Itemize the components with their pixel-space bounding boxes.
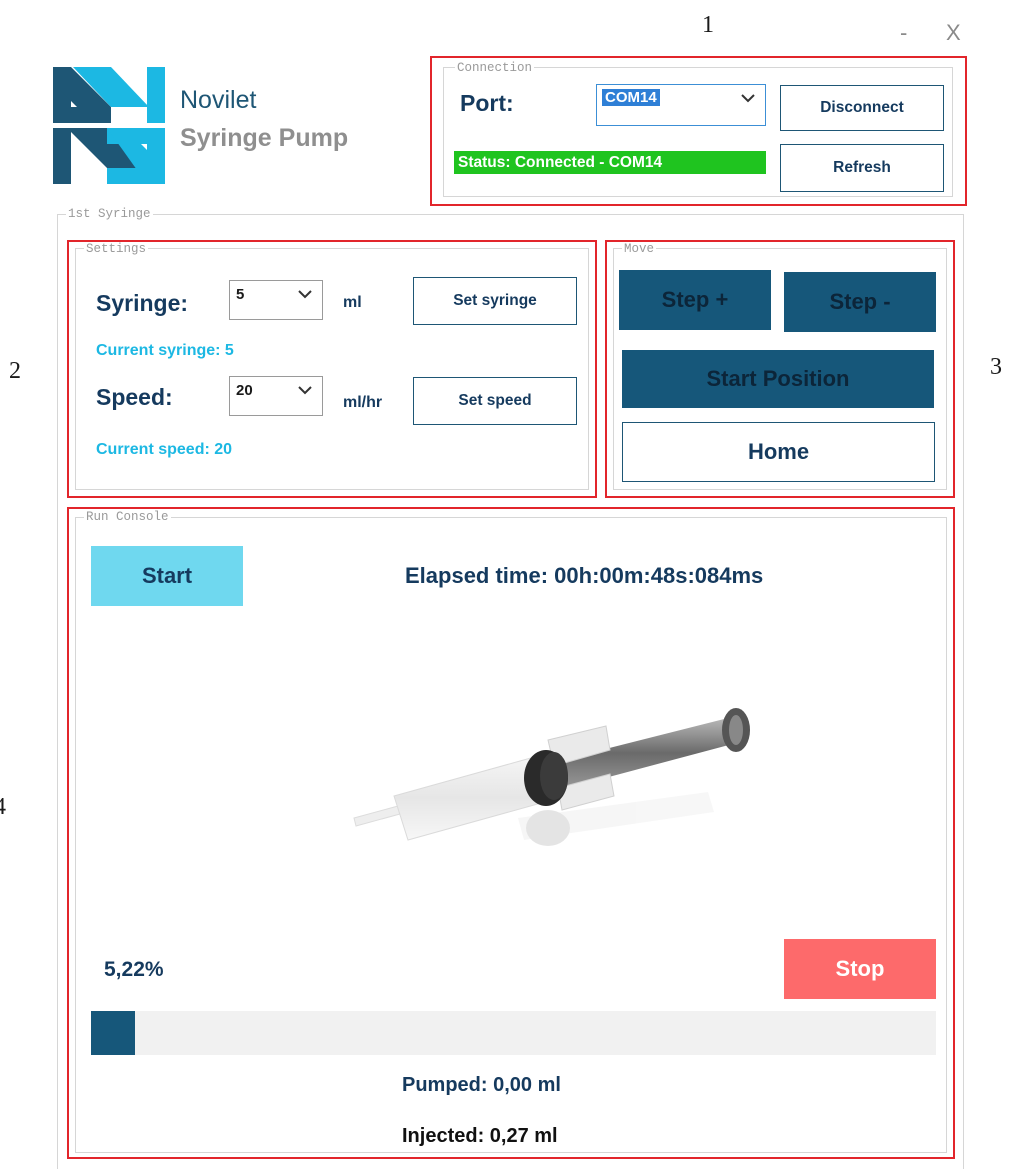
connection-legend: Connection <box>455 61 535 75</box>
current-speed-text: Current speed: 20 <box>96 441 233 458</box>
port-value: COM14 <box>602 89 660 106</box>
home-button[interactable]: Home <box>622 422 935 482</box>
elapsed-time-text: Elapsed time: 00h:00m:48s:084ms <box>405 563 764 588</box>
syringe-image <box>348 700 758 870</box>
brand-product: Syringe Pump <box>180 124 349 152</box>
novilet-logo <box>53 67 165 184</box>
step-minus-button[interactable]: Step - <box>784 272 936 332</box>
syringe-unit: ml <box>343 294 362 311</box>
chevron-down-icon <box>741 94 755 103</box>
speed-unit: ml/hr <box>343 394 383 411</box>
annotation-number-3: 3 <box>990 354 1002 380</box>
current-syringe-text: Current syringe: 5 <box>96 342 234 359</box>
chevron-down-icon <box>298 290 312 299</box>
annotation-number-1: 1 <box>702 12 714 38</box>
brand-name: Novilet <box>180 86 257 114</box>
annotation-number-2: 2 <box>9 358 21 384</box>
set-speed-button[interactable]: Set speed <box>413 377 577 425</box>
close-button[interactable]: X <box>946 20 961 46</box>
progress-bar <box>91 1011 936 1055</box>
first-syringe-legend: 1st Syringe <box>66 207 153 221</box>
chevron-down-icon <box>298 386 312 395</box>
stop-button[interactable]: Stop <box>784 939 936 999</box>
injected-text: Injected: 0,27 ml <box>402 1125 558 1147</box>
set-syringe-button[interactable]: Set syringe <box>413 277 577 325</box>
settings-legend: Settings <box>84 242 149 256</box>
status-badge: Status: Connected - COM14 <box>454 151 766 174</box>
start-button[interactable]: Start <box>91 546 243 606</box>
port-label: Port: <box>460 90 514 116</box>
run-console-legend: Run Console <box>84 510 171 524</box>
syringe-label: Syringe: <box>96 290 189 316</box>
step-plus-button[interactable]: Step + <box>619 270 771 330</box>
speed-dropdown[interactable]: 20 <box>229 376 323 416</box>
refresh-button[interactable]: Refresh <box>780 144 944 192</box>
syringe-value: 5 <box>236 286 245 303</box>
start-position-button[interactable]: Start Position <box>622 350 934 408</box>
move-legend: Move <box>622 242 657 256</box>
disconnect-button[interactable]: Disconnect <box>780 85 944 131</box>
progress-percent-text: 5,22% <box>104 958 164 981</box>
minimize-button[interactable]: - <box>900 20 907 46</box>
annotation-number-4: 4 <box>0 794 6 820</box>
speed-value: 20 <box>236 382 253 399</box>
syringe-dropdown[interactable]: 5 <box>229 280 323 320</box>
speed-label: Speed: <box>96 384 173 410</box>
port-dropdown[interactable]: COM14 <box>596 84 766 126</box>
pumped-text: Pumped: 0,00 ml <box>402 1074 561 1096</box>
progress-bar-fill <box>91 1011 136 1055</box>
